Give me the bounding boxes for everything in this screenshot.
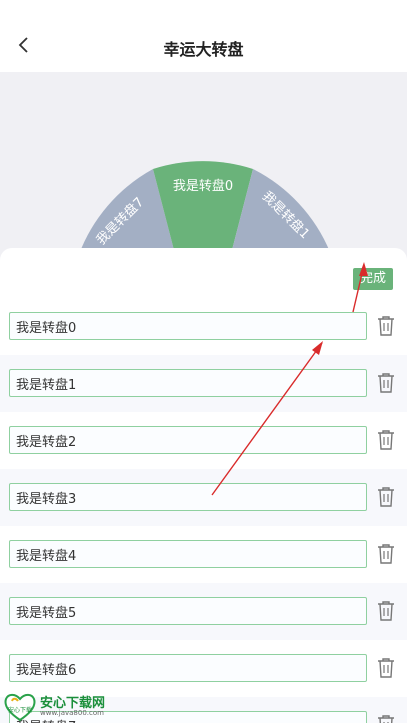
segment-name-input[interactable] [9, 654, 367, 682]
trash-icon[interactable] [376, 657, 396, 679]
page-title: 幸运大转盘 [163, 40, 244, 59]
list-item [0, 640, 407, 697]
trash-icon[interactable] [376, 714, 396, 723]
watermark-url: www.java800.com [40, 709, 104, 717]
edit-sheet: 完成 [0, 248, 407, 723]
wheel-label-0: 我是转盘0 [173, 178, 233, 194]
segment-name-input[interactable] [9, 540, 367, 568]
trash-icon[interactable] [376, 600, 396, 622]
watermark: 安心下载 安心下载网 www.java800.com [2, 690, 142, 723]
segment-name-input[interactable] [9, 312, 367, 340]
segment-name-input[interactable] [9, 597, 367, 625]
list-item [0, 298, 407, 355]
trash-icon[interactable] [376, 543, 396, 565]
trash-icon[interactable] [376, 429, 396, 451]
segment-name-input[interactable] [9, 369, 367, 397]
heart-logo-icon: 安心下载 [4, 693, 36, 722]
trash-icon[interactable] [376, 315, 396, 337]
top-bar: 幸运大转盘 [0, 0, 407, 72]
app-screen: 幸运大转盘 我是转盘0 我是转盘1 我是转盘7 完成 我是转盘0 我是转盘1 我… [0, 0, 407, 723]
segment-name-input[interactable] [9, 483, 367, 511]
list-item [0, 412, 407, 469]
list-item [0, 469, 407, 526]
lucky-wheel[interactable]: 我是转盘0 我是转盘1 我是转盘7 [0, 72, 407, 272]
trash-icon[interactable] [376, 486, 396, 508]
svg-text:安心下载: 安心下载 [8, 706, 32, 714]
segment-name-input[interactable] [9, 426, 367, 454]
done-button[interactable]: 完成 [353, 268, 393, 290]
trash-icon[interactable] [376, 372, 396, 394]
list-item [0, 355, 407, 412]
list-item [0, 583, 407, 640]
list-item [0, 526, 407, 583]
